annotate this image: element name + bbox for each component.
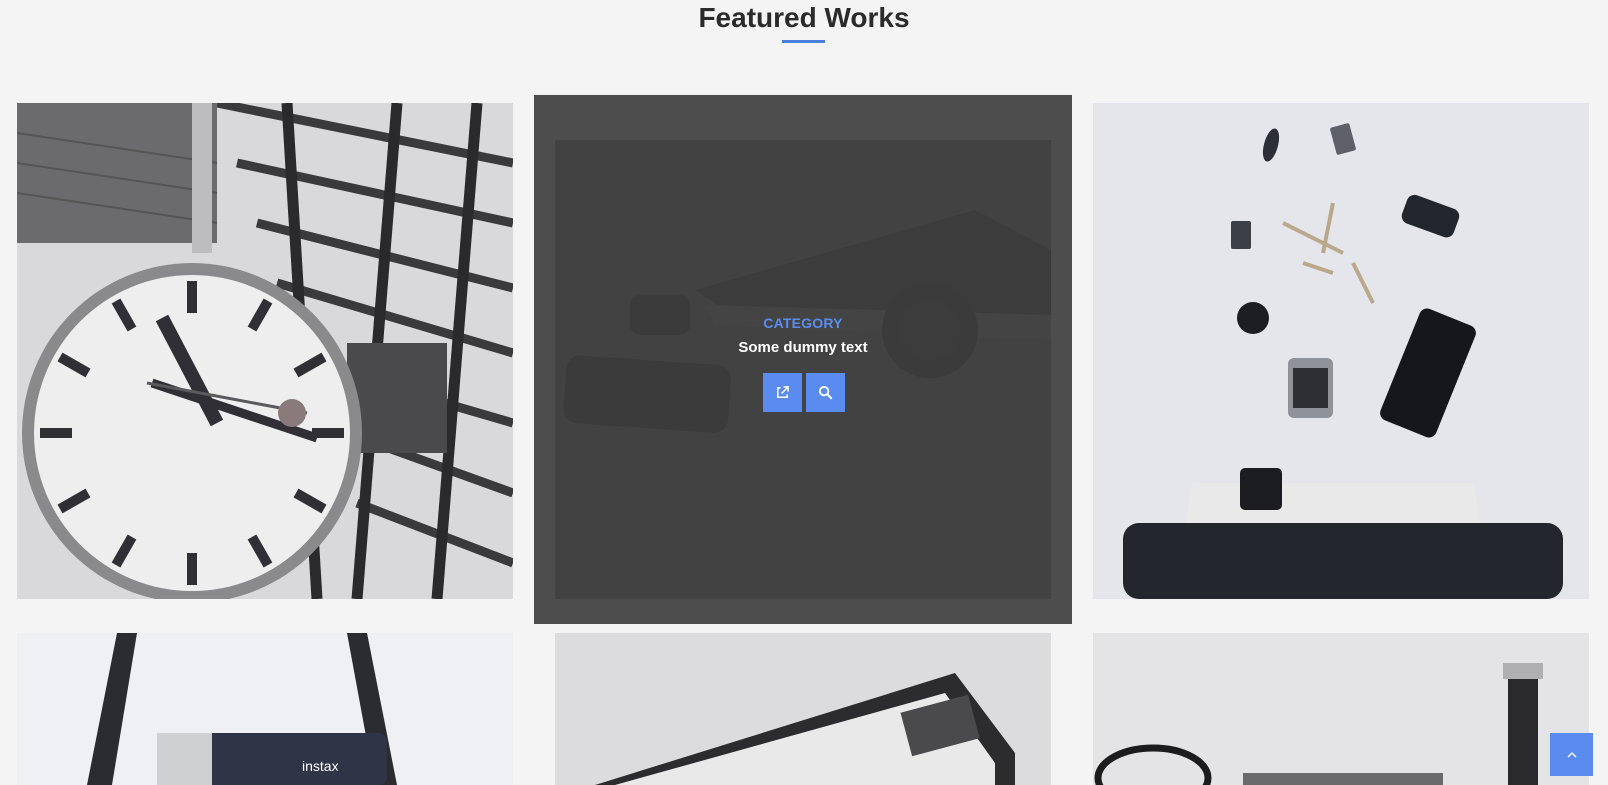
open-link-button[interactable] (763, 373, 802, 412)
title-underline (782, 40, 825, 43)
clock-photo (17, 103, 513, 599)
external-link-icon (777, 386, 789, 398)
svg-text:instax: instax (302, 758, 339, 774)
flatlay-photo (1093, 103, 1589, 599)
portfolio-item-clock[interactable] (17, 103, 513, 599)
camera-photo (555, 633, 1051, 785)
glasses-photo (1093, 633, 1589, 785)
portfolio-category: CATEGORY (763, 315, 843, 331)
featured-works-page: Featured Works instax CATEGORY Some dumm… (0, 0, 1608, 785)
section-title: Featured Works (698, 2, 910, 33)
portfolio-item-glasses[interactable] (1093, 633, 1589, 785)
portfolio-hover-content: CATEGORY Some dummy text (534, 95, 1072, 624)
portfolio-item-flatlay[interactable] (1093, 103, 1589, 599)
portfolio-item-instax[interactable]: instax (17, 633, 513, 785)
search-icon (818, 385, 833, 400)
back-to-top-button[interactable] (1550, 733, 1593, 776)
portfolio-caption: Some dummy text (738, 339, 868, 356)
instax-photo: instax (17, 633, 513, 785)
chevron-up-icon (1567, 751, 1576, 757)
zoom-button[interactable] (806, 373, 845, 412)
portfolio-item-camera[interactable] (555, 633, 1051, 785)
portfolio-actions (763, 373, 847, 412)
